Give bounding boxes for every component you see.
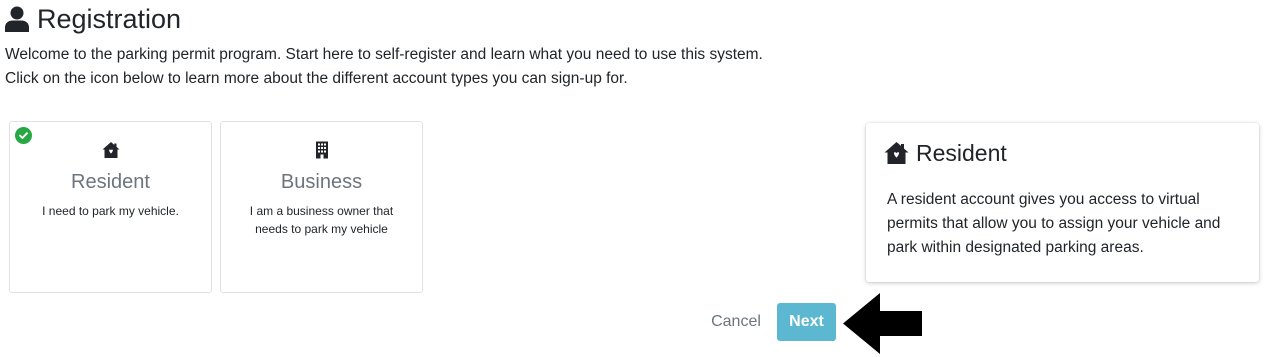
house-icon bbox=[884, 141, 909, 165]
intro-line: Welcome to the parking permit program. S… bbox=[5, 46, 763, 63]
cancel-button[interactable]: Cancel bbox=[700, 306, 772, 338]
intro-line: Click on the icon below to learn more ab… bbox=[5, 70, 628, 87]
account-card-resident[interactable]: Resident I need to park my vehicle. bbox=[9, 121, 212, 293]
registration-page: Registration Welcome to the parking perm… bbox=[0, 0, 1271, 357]
user-icon bbox=[5, 6, 29, 32]
house-icon bbox=[10, 141, 211, 159]
page-header: Registration bbox=[5, 2, 181, 36]
card-title: Resident bbox=[71, 171, 150, 193]
account-card-business[interactable]: Business I am a business owner that need… bbox=[220, 121, 423, 293]
account-info-panel: Resident A resident account gives you ac… bbox=[866, 123, 1259, 282]
card-title: Business bbox=[280, 171, 363, 193]
intro-text: Welcome to the parking permit program. S… bbox=[5, 43, 763, 91]
card-description: I am a business owner that needs to park… bbox=[249, 204, 394, 236]
info-panel-header: Resident bbox=[884, 139, 1007, 167]
info-panel-title: Resident bbox=[916, 140, 1007, 166]
info-panel-body: A resident account gives you access to v… bbox=[887, 191, 1221, 256]
page-title: Registration bbox=[37, 4, 182, 34]
card-description: I need to park my vehicle. bbox=[42, 204, 179, 218]
next-button[interactable]: Next bbox=[777, 303, 836, 341]
building-icon bbox=[221, 141, 422, 159]
pointer-arrow-icon bbox=[843, 293, 922, 354]
